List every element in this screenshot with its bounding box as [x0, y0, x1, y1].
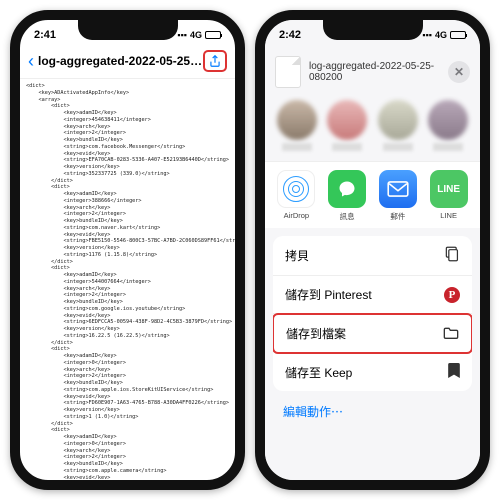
apps-row: AirDrop 訊息 郵件 LINE LINE	[265, 161, 480, 228]
app-label: AirDrop	[284, 211, 309, 220]
log-content[interactable]: <dict> <key>ADActivatedAppInfo</key> <ar…	[20, 79, 235, 479]
contact-label	[332, 143, 362, 151]
phone-right: 2:42 ▪▪▪ 4G log-aggregated-2022-05-25-08…	[255, 10, 490, 490]
action-save-to-files[interactable]: 儲存到檔案	[273, 313, 472, 354]
sheet-header: log-aggregated-2022-05-25-080200 ✕	[265, 46, 480, 96]
folder-icon	[443, 326, 459, 342]
contact-item[interactable]	[327, 100, 367, 151]
avatar	[428, 100, 468, 140]
avatar	[277, 100, 317, 140]
action-label: 儲存到檔案	[286, 325, 346, 342]
network-label: 4G	[435, 30, 447, 40]
back-button[interactable]: ‹	[28, 51, 34, 72]
battery-icon	[205, 31, 221, 39]
line-icon: LINE	[430, 170, 468, 208]
app-airdrop[interactable]: AirDrop	[277, 170, 316, 222]
sheet-title: log-aggregated-2022-05-25-080200	[309, 61, 440, 83]
airdrop-icon	[277, 170, 315, 208]
network-label: 4G	[190, 30, 202, 40]
app-label: 郵件	[390, 211, 405, 222]
contact-label	[383, 143, 413, 151]
contact-item[interactable]	[428, 100, 468, 151]
contact-label	[282, 143, 312, 151]
signal-icon: ▪▪▪	[177, 30, 187, 40]
action-label: 儲存至 Keep	[285, 364, 352, 381]
battery-icon	[450, 31, 466, 39]
share-icon	[208, 54, 222, 68]
contact-item[interactable]	[378, 100, 418, 151]
actions-list: 拷貝 儲存到 Pinterest P 儲存到檔案 儲存至 Keep	[273, 236, 472, 391]
avatar	[327, 100, 367, 140]
contact-item[interactable]	[277, 100, 317, 151]
signal-icon: ▪▪▪	[422, 30, 432, 40]
action-keep[interactable]: 儲存至 Keep	[273, 353, 472, 391]
action-pinterest[interactable]: 儲存到 Pinterest P	[273, 276, 472, 314]
contacts-row	[265, 96, 480, 161]
nav-bar: ‹ log-aggregated-2022-05-25-0802...	[20, 46, 235, 79]
share-button[interactable]	[203, 50, 227, 72]
action-label: 儲存到 Pinterest	[285, 286, 372, 303]
phone-left: 2:41 ▪▪▪ 4G ‹ log-aggregated-2022-05-25-…	[10, 10, 245, 490]
action-copy[interactable]: 拷貝	[273, 236, 472, 276]
status-right: ▪▪▪ 4G	[177, 30, 221, 40]
app-line[interactable]: LINE LINE	[429, 170, 468, 222]
bookmark-icon	[448, 363, 460, 381]
file-icon	[275, 56, 301, 88]
app-label: LINE	[440, 211, 457, 220]
mail-icon	[379, 170, 417, 208]
messages-icon	[328, 170, 366, 208]
close-button[interactable]: ✕	[448, 61, 470, 83]
share-sheet: log-aggregated-2022-05-25-080200 ✕ AirDr…	[265, 46, 480, 480]
action-label: 拷貝	[285, 247, 309, 264]
edit-actions-link[interactable]: 編輯動作⋯	[265, 391, 480, 432]
avatar	[378, 100, 418, 140]
status-time: 2:42	[279, 29, 301, 41]
status-right: ▪▪▪ 4G	[422, 30, 466, 40]
app-label: 訊息	[340, 211, 355, 222]
copy-icon	[445, 246, 460, 265]
status-time: 2:41	[34, 29, 56, 41]
app-mail[interactable]: 郵件	[379, 170, 418, 222]
app-messages[interactable]: 訊息	[328, 170, 367, 222]
contact-label	[433, 143, 463, 151]
notch	[323, 20, 423, 40]
page-title: log-aggregated-2022-05-25-0802...	[38, 54, 203, 68]
pinterest-icon: P	[444, 287, 460, 303]
notch	[78, 20, 178, 40]
